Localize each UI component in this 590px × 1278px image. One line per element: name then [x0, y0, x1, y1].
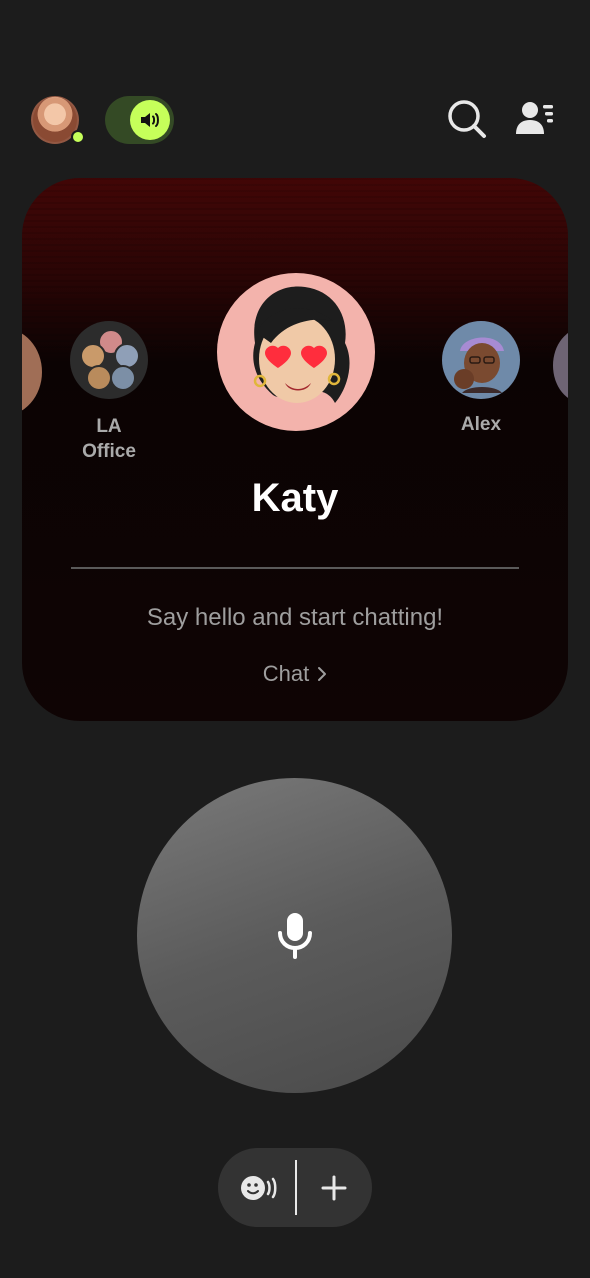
- empty-chat-prompt: Say hello and start chatting!: [146, 604, 444, 631]
- selected-contact-avatar[interactable]: [217, 273, 375, 431]
- contact-avatar-alex[interactable]: [442, 321, 520, 399]
- online-status-dot: [71, 130, 85, 144]
- memoji-alex-icon: [454, 337, 504, 393]
- contact-label-alex: Alex: [460, 414, 502, 435]
- push-to-talk-button[interactable]: [137, 778, 452, 1093]
- group-avatar-la-office[interactable]: [70, 321, 148, 399]
- top-bar: [0, 0, 590, 170]
- group-label-la-office: LA Office: [82, 416, 136, 462]
- memoji-heart-eyes-icon: [253, 286, 350, 403]
- emoji-voice-icon: [241, 1176, 277, 1200]
- contacts-list-icon: [516, 102, 553, 134]
- divider: [71, 567, 519, 569]
- sound-toggle[interactable]: [105, 96, 174, 144]
- add-button[interactable]: [312, 1166, 356, 1210]
- speaker-icon: [130, 100, 170, 140]
- voice-effects-button[interactable]: [236, 1166, 282, 1210]
- pill-divider: [295, 1160, 297, 1215]
- bottom-action-pill: [218, 1148, 372, 1227]
- chevron-right-icon: [318, 667, 327, 681]
- contacts-button[interactable]: [515, 100, 557, 138]
- microphone-icon: [277, 912, 312, 959]
- search-icon: [448, 100, 486, 138]
- contact-card: LA Office Alex Katy Say hello and start …: [22, 178, 568, 721]
- selected-contact-name: Katy: [251, 476, 339, 520]
- chat-link-label: Chat: [262, 661, 310, 686]
- plus-icon: [321, 1175, 347, 1201]
- chat-link[interactable]: Chat: [22, 661, 568, 687]
- search-button[interactable]: [446, 98, 488, 140]
